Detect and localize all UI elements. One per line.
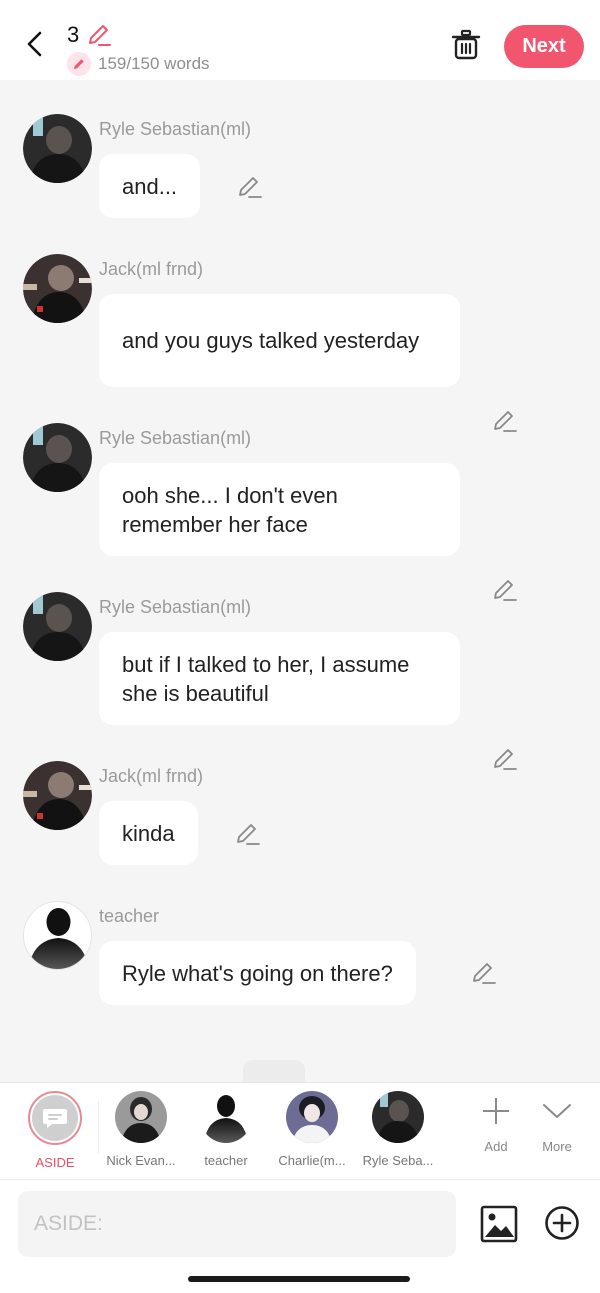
speaker-name: teacher	[99, 906, 160, 926]
top-bar: 3 159/150 words Next	[0, 0, 600, 80]
edit-message-icon[interactable]	[236, 173, 264, 201]
teacher-avatar[interactable]	[23, 901, 92, 970]
ryle-avatar	[372, 1091, 424, 1143]
back-button[interactable]	[18, 26, 50, 62]
word-count-badge	[67, 52, 91, 76]
message-bubble[interactable]: but if I talked to her, I assume she is …	[99, 632, 460, 725]
chevron-down-icon	[543, 1104, 571, 1118]
ryle-avatar[interactable]	[23, 592, 92, 661]
speaker-name: Jack(ml frnd)	[99, 766, 204, 786]
character-label: ASIDE	[35, 1155, 75, 1170]
message-bubble[interactable]: and...	[99, 154, 201, 218]
speech-bubble-icon	[43, 1109, 67, 1128]
more-button[interactable]: More	[527, 1095, 587, 1154]
edit-message-icon[interactable]	[234, 820, 262, 848]
character-label: Charlie(m...	[278, 1153, 346, 1168]
character-nick[interactable]: Nick Evan...	[96, 1091, 186, 1168]
character-label: Ryle Seba...	[362, 1153, 434, 1168]
add-circle-icon[interactable]	[544, 1205, 580, 1241]
trash-icon[interactable]	[450, 28, 482, 62]
next-button[interactable]: Next	[504, 25, 584, 68]
scroll-handle[interactable]	[243, 1060, 305, 1082]
more-label: More	[542, 1139, 572, 1154]
charlie-avatar	[286, 1091, 338, 1143]
jack-avatar[interactable]	[23, 254, 92, 323]
edit-message-icon[interactable]	[491, 576, 519, 604]
edit-message-icon[interactable]	[491, 745, 519, 773]
ryle-avatar[interactable]	[23, 423, 92, 492]
add-character-button[interactable]: Add	[466, 1095, 526, 1154]
word-count: 159/150 words	[98, 54, 210, 73]
message-bubble[interactable]: Ryle what's going on there?	[99, 941, 416, 1005]
pencil-icon	[74, 59, 84, 69]
character-aside[interactable]: ASIDE	[10, 1091, 100, 1170]
message-input[interactable]	[18, 1191, 456, 1257]
character-label: Nick Evan...	[106, 1153, 176, 1168]
speaker-name: Ryle Sebastian(ml)	[99, 428, 252, 448]
message-bubble[interactable]: ooh she... I don't even remember her fac…	[99, 463, 460, 556]
character-label: teacher	[204, 1153, 248, 1168]
character-charlie[interactable]: Charlie(m...	[267, 1091, 357, 1168]
ryle-avatar[interactable]	[23, 114, 92, 183]
nick-avatar	[115, 1091, 167, 1143]
chapter-number: 3	[67, 22, 80, 47]
chat-area[interactable]: Ryle Sebastian(ml) and... Jack(ml frnd) …	[0, 80, 600, 1082]
composer	[0, 1181, 600, 1293]
image-icon[interactable]	[480, 1205, 518, 1243]
teacher-avatar	[200, 1091, 252, 1143]
plus-icon	[483, 1098, 509, 1124]
jack-avatar[interactable]	[23, 761, 92, 830]
character-teacher[interactable]: teacher	[181, 1091, 271, 1168]
aside-avatar	[28, 1091, 82, 1145]
edit-message-icon[interactable]	[470, 959, 498, 987]
character-ryle[interactable]: Ryle Seba...	[353, 1091, 443, 1168]
message-bubble[interactable]: kinda	[99, 801, 198, 865]
edit-message-icon[interactable]	[491, 407, 519, 435]
add-label: Add	[484, 1139, 508, 1154]
speaker-name: Ryle Sebastian(ml)	[99, 597, 252, 617]
edit-title-icon[interactable]	[86, 22, 112, 48]
speaker-name: Jack(ml frnd)	[99, 259, 204, 279]
message-bubble[interactable]: and you guys talked yesterday	[99, 294, 460, 387]
character-selector: ASIDE Nick Evan... teacher Charlie(m... …	[0, 1082, 600, 1180]
chevron-left-icon	[27, 31, 42, 57]
speaker-name: Ryle Sebastian(ml)	[99, 119, 252, 139]
home-indicator	[188, 1276, 410, 1282]
